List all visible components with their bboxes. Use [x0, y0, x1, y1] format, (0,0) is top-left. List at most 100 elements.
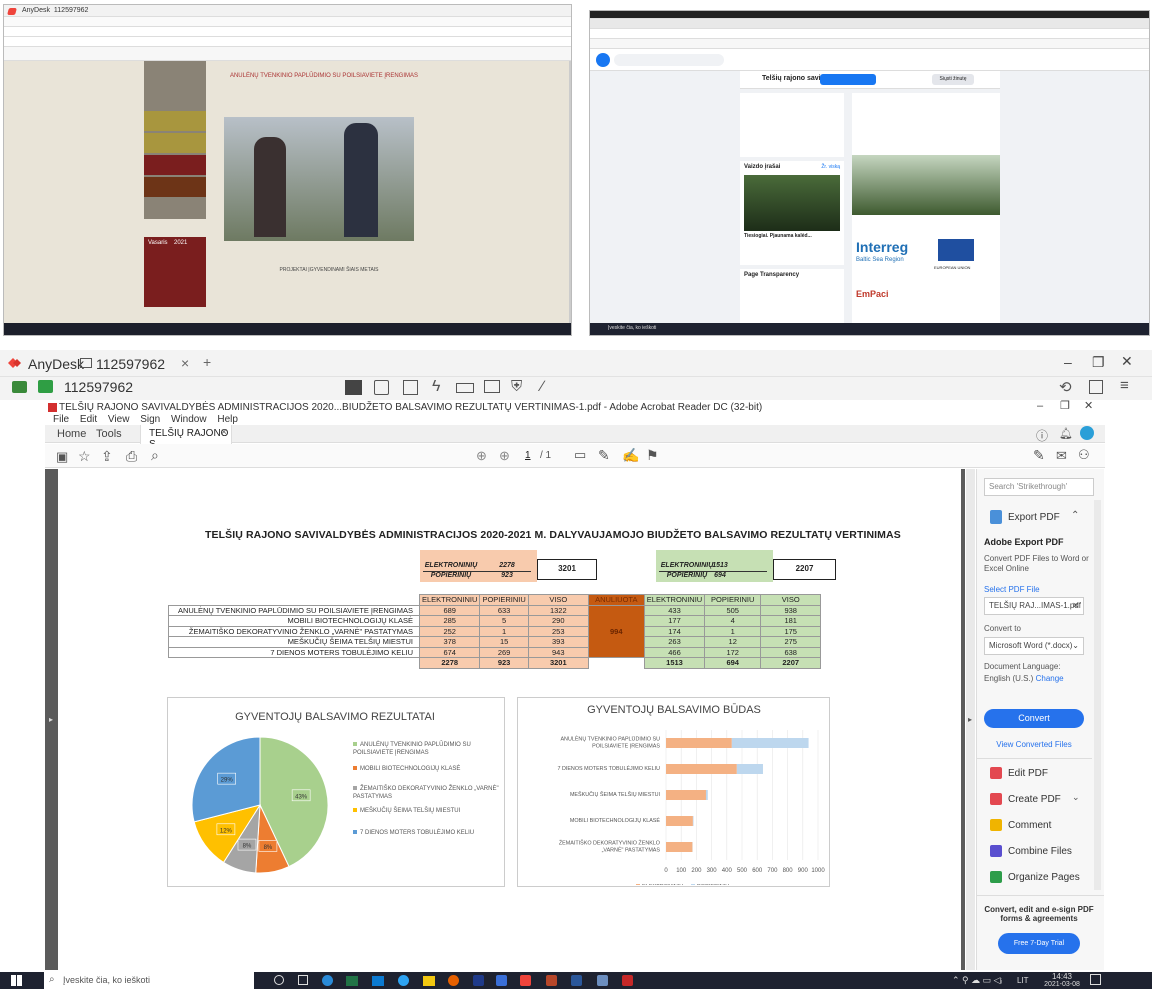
- view-icon[interactable]: [484, 380, 500, 393]
- right-panel-toggle-icon[interactable]: ▸: [968, 715, 972, 724]
- fb-photos-card[interactable]: [740, 93, 844, 157]
- fb-video-thumbnail[interactable]: [744, 175, 840, 231]
- tab-close-icon[interactable]: ×: [221, 427, 227, 438]
- tool-comment[interactable]: Comment: [1008, 820, 1051, 831]
- free-trial-button[interactable]: Free 7-Day Trial: [998, 933, 1080, 954]
- star-icon[interactable]: ☆: [78, 448, 91, 465]
- explorer-icon[interactable]: [423, 976, 435, 986]
- fb-like-button[interactable]: [820, 74, 876, 85]
- tab-close-icon[interactable]: ×: [181, 355, 189, 371]
- actions-icon[interactable]: ϟ: [432, 378, 440, 396]
- share-icon[interactable]: ⚇: [1078, 447, 1090, 463]
- facebook-search[interactable]: [614, 54, 724, 66]
- keyboard-icon[interactable]: [456, 383, 474, 393]
- tray-icons[interactable]: ⌃ ⚲ ☁ ▭ ◁ᵢ: [952, 975, 1002, 986]
- save-icon[interactable]: ▣: [56, 449, 68, 465]
- menu-file[interactable]: File: [53, 414, 69, 425]
- task-view-icon[interactable]: [298, 975, 308, 985]
- tool-combine-files[interactable]: Combine Files: [1008, 846, 1072, 857]
- mail-icon[interactable]: [372, 976, 384, 986]
- left-panel-toggle-icon[interactable]: ▸: [49, 715, 53, 724]
- search-icon: ⌕: [49, 974, 55, 985]
- thumbnail-right-session[interactable]: Telšių rajono savi... Siųsti žinutę Vaiz…: [589, 10, 1150, 336]
- format-select[interactable]: Microsoft Word (*.docx) ⌄: [984, 637, 1084, 655]
- anydesk-id-field[interactable]: 112597962: [64, 379, 133, 395]
- menu-window[interactable]: Window: [171, 414, 207, 425]
- tab-document[interactable]: TELŠIŲ RAJONO S... ×: [140, 425, 232, 450]
- tools-search-input[interactable]: Search 'Strikethrough': [984, 478, 1094, 496]
- clock[interactable]: 14:43 2021-03-08: [1044, 972, 1080, 988]
- notifications-icon[interactable]: [1090, 974, 1101, 985]
- photos-icon[interactable]: [597, 975, 608, 986]
- convert-button[interactable]: Convert: [984, 709, 1084, 728]
- anydesk-taskbar-icon[interactable]: [520, 975, 531, 986]
- fb-message-button[interactable]: Siųsti žinutę: [932, 74, 974, 85]
- chat-icon[interactable]: [403, 380, 418, 395]
- anydesk-tab-id[interactable]: 112597962: [96, 356, 165, 372]
- history-icon[interactable]: ⟲: [1059, 378, 1072, 396]
- highlight-icon[interactable]: ✎: [598, 447, 610, 464]
- tab-tools[interactable]: Tools: [96, 428, 122, 440]
- select-pdf-link[interactable]: Select PDF File: [984, 585, 1040, 594]
- language-indicator[interactable]: LIT: [1017, 976, 1029, 985]
- menu-view[interactable]: View: [108, 414, 130, 425]
- bell-icon[interactable]: 🔔︎: [1059, 427, 1073, 440]
- display-icon[interactable]: [345, 380, 362, 395]
- edge-icon[interactable]: [322, 975, 333, 986]
- ie-icon[interactable]: [398, 975, 409, 986]
- maximize-icon[interactable]: ❐: [1092, 354, 1105, 371]
- help-icon[interactable]: ⓘ: [1036, 427, 1048, 444]
- taskbar-search[interactable]: ⌕ Įveskite čia, ko ieškoti: [44, 972, 254, 989]
- change-language-link[interactable]: Change: [1036, 674, 1064, 683]
- switch-icon[interactable]: [374, 380, 389, 395]
- menu-edit[interactable]: Edit: [80, 414, 97, 425]
- print-icon[interactable]: ⎙: [126, 448, 137, 465]
- powerpoint-icon[interactable]: [546, 975, 557, 986]
- tools-scrollbar[interactable]: [1094, 500, 1101, 890]
- close-icon[interactable]: ✕: [1121, 353, 1133, 370]
- selected-file-field[interactable]: TELŠIŲ RAJ...IMAS-1.pdf ✕: [984, 597, 1084, 615]
- word-icon[interactable]: [571, 975, 582, 986]
- page-number-input[interactable]: 1: [525, 450, 531, 461]
- tool-edit-pdf[interactable]: Edit PDF: [1008, 768, 1048, 779]
- tool-create-pdf[interactable]: Create PDF: [1008, 794, 1061, 805]
- excel-icon[interactable]: [346, 976, 358, 986]
- stamp-icon[interactable]: ⚑: [646, 447, 659, 464]
- fb-post-image[interactable]: [852, 155, 1000, 215]
- chevron-up-icon[interactable]: ⌃: [1071, 510, 1079, 521]
- acro-minimize-icon[interactable]: –: [1037, 400, 1043, 412]
- acro-maximize-icon[interactable]: ❐: [1060, 399, 1070, 412]
- menu-sign[interactable]: Sign: [140, 414, 160, 425]
- menu-icon[interactable]: ≡: [1120, 377, 1129, 394]
- firefox-icon[interactable]: [448, 975, 459, 986]
- export-pdf-label[interactable]: Export PDF: [1008, 512, 1060, 523]
- upload-icon[interactable]: ⇪: [101, 448, 113, 465]
- fill-sign-icon[interactable]: ✎: [1033, 447, 1045, 464]
- windows-start-icon[interactable]: [11, 975, 22, 986]
- comment-icon[interactable]: ▭: [574, 447, 586, 463]
- chevron-down-icon[interactable]: ⌄: [1072, 792, 1080, 803]
- new-tab-icon[interactable]: +: [203, 354, 211, 370]
- menu-help[interactable]: Help: [217, 414, 238, 425]
- page-up-icon[interactable]: ⊕: [476, 448, 487, 464]
- tool-organize-pages[interactable]: Organize Pages: [1008, 872, 1080, 883]
- page-down-icon[interactable]: ⊕: [499, 448, 510, 464]
- minimize-icon[interactable]: –: [1064, 354, 1072, 370]
- account-icon[interactable]: [1080, 426, 1094, 440]
- acro-close-icon[interactable]: ✕: [1084, 399, 1093, 412]
- zoom-icon[interactable]: ⌕: [151, 447, 159, 464]
- email-icon[interactable]: ✉: [1056, 448, 1067, 464]
- tab-home[interactable]: Home: [57, 428, 86, 440]
- privacy-icon[interactable]: ⛨: [511, 378, 522, 395]
- files-icon[interactable]: [1089, 380, 1103, 394]
- acrobat-taskbar-icon[interactable]: [622, 975, 633, 986]
- app-icon[interactable]: [496, 975, 507, 986]
- thumb-left-scrollbar[interactable]: [569, 61, 571, 325]
- outlook-icon[interactable]: [473, 975, 484, 986]
- view-converted-link[interactable]: View Converted Files: [984, 740, 1084, 749]
- sign-icon[interactable]: ✍: [622, 447, 639, 464]
- clear-icon[interactable]: ✕: [1072, 598, 1079, 614]
- thumbnail-left-session[interactable]: AnyDesk 112597962 Vasaris 2021 ANULĖNŲ T…: [3, 4, 572, 336]
- cortana-icon[interactable]: [274, 975, 284, 985]
- pen-icon[interactable]: ∕: [541, 378, 544, 395]
